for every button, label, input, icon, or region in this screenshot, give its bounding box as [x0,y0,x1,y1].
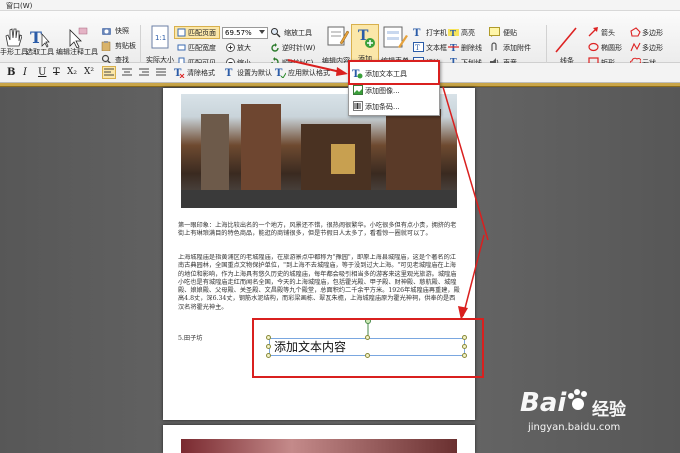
align-left-icon [104,68,114,76]
typewriter-icon[interactable]: T [413,27,424,37]
align-justify-icon[interactable] [155,67,167,78]
svg-text:T: T [450,28,456,37]
bold-button[interactable]: B [7,67,15,78]
paperclip-icon[interactable] [489,42,500,52]
camera-icon[interactable] [101,26,112,36]
add-barcode-icon [353,101,363,111]
polygon-tool-icon[interactable] [630,27,641,37]
menu-window[interactable]: 窗口(W) [6,1,32,11]
menu-bar: 窗口(W) [0,0,680,11]
svg-text:T: T [413,28,421,37]
svg-text:1:1: 1:1 [155,34,166,42]
ellipse-button[interactable]: 椭圆形 [601,43,622,53]
zoom-dropdown-icon[interactable] [259,30,265,35]
subscript-button[interactable]: X₂ [67,67,77,77]
fit-page-button[interactable]: 匹配页面 [188,28,216,38]
svg-text:T: T [30,28,42,47]
add-image-icon [353,85,363,95]
signboard [331,144,355,174]
street-crowd [181,190,457,208]
svg-text:T: T [450,44,457,52]
ribbon-toolbar: 手形工具 T 选取工具 编辑注释工具 快照 剪贴板 查找 1:1 实际大小 匹配… [0,11,680,71]
highlight-box-menu-item [348,60,440,85]
menu-item-add-image[interactable]: 添加图像... [365,86,400,96]
note-icon[interactable] [489,27,500,37]
page-2-photo [181,439,457,453]
arrow-button[interactable]: 箭头 [601,28,615,38]
align-right-icon[interactable] [138,67,150,78]
zoom-tool-icon[interactable] [270,27,281,38]
polyline-button[interactable]: 多边形 [642,43,663,53]
highlight-button[interactable]: 高亮 [461,28,475,38]
clipboard-icon[interactable] [101,40,112,51]
zoom-tool-button[interactable]: 缩放工具 [284,28,312,38]
highlight-box-added-text [252,318,484,378]
select-tool-icon[interactable]: T [28,26,50,48]
format-toolbar: B I U T X₂ X² T 清除格式 T 设置为默认 T 应用默认格式 [0,63,680,83]
clear-format-button[interactable]: 清除格式 [187,68,215,78]
menu-item-add-barcode[interactable]: 添加条码... [365,102,400,112]
strikeout-button[interactable]: 删除线 [461,43,482,53]
fit-page-icon [177,28,186,37]
svg-text:T: T [225,68,233,78]
typewriter-button[interactable]: 打字机 [426,28,447,38]
apply-default-button[interactable]: 应用默认格式 [288,68,330,78]
svg-text:T: T [415,44,420,52]
add-text-icon[interactable]: T [355,25,377,51]
watermark-jingyan: 经验 [592,400,626,420]
section-heading: 5.田子坊 [178,335,203,342]
underline-format-button[interactable]: U [38,67,46,78]
edit-content-icon[interactable] [327,25,349,47]
watermark-brand: Bai [520,388,567,418]
superscript-button[interactable]: X² [84,67,94,77]
actual-size-icon[interactable]: 1:1 [150,25,170,49]
polygon-button[interactable]: 多边形 [642,28,663,38]
hand-tool-icon[interactable] [2,26,22,48]
textbox-button[interactable]: 文本框 [426,43,447,53]
snapshot-button[interactable]: 快照 [115,26,129,36]
arrow-tool-icon[interactable] [588,27,599,37]
attach-button[interactable]: 添加附件 [503,43,531,53]
align-center-icon[interactable] [121,67,133,78]
page-border-strip [0,83,680,87]
align-left-button[interactable] [102,66,116,79]
set-default-button[interactable]: 设置为默认 [237,68,272,78]
fit-width-button[interactable]: 匹配宽度 [188,43,216,53]
apply-default-icon[interactable]: T [274,66,286,78]
strike-format-button[interactable]: T [53,67,60,78]
watermark-url: jingyan.baidu.com [528,422,621,433]
polyline-tool-icon[interactable] [630,42,641,52]
textbox-icon[interactable]: T [413,42,424,52]
rotate-ccw-button[interactable]: 逆时针(W) [282,43,315,53]
zoom-in-button[interactable]: 放大 [237,43,251,53]
strikeout-icon[interactable]: T [448,42,459,52]
hand-tool-label: 手形工具 [0,48,28,56]
fit-width-icon [177,44,186,51]
set-default-icon[interactable]: T [224,66,236,78]
edit-form-icon[interactable] [382,25,408,51]
note-button[interactable]: 便贴 [503,28,517,38]
highlight-icon[interactable]: T [448,27,459,37]
annotation-tool-icon[interactable] [64,26,88,48]
select-tool-label: 选取工具 [26,48,54,56]
line-tool-icon[interactable] [554,26,578,54]
paw-logo-icon [568,389,587,410]
clear-format-icon[interactable]: T [173,66,185,78]
paragraph-impression: 第一眼印象：上海比较出名的一个地方，风景还不错，很热闹很繁华。小吃很多但有点小贵… [178,222,457,238]
zoom-in-icon[interactable] [226,43,235,52]
ellipse-tool-icon[interactable] [588,42,599,52]
annotation-tool-label: 编辑注释工具 [56,48,98,56]
clipboard-button[interactable]: 剪贴板 [115,41,136,51]
rotate-ccw-icon[interactable] [270,43,280,53]
italic-button[interactable]: I [23,67,27,78]
